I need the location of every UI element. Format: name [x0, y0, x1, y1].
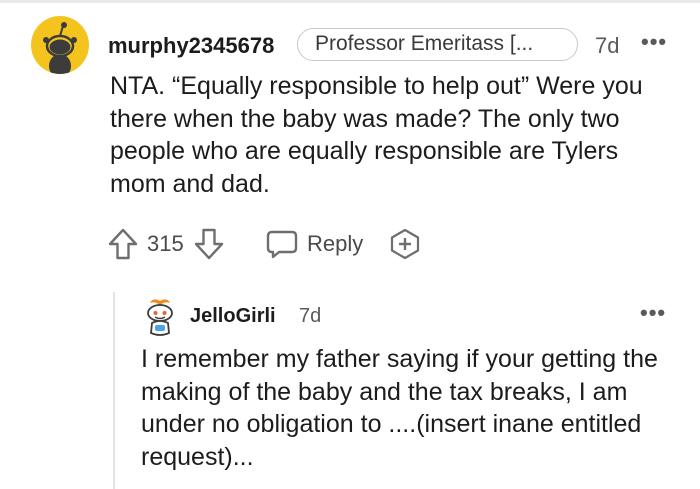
- comment-timestamp: 7d: [595, 33, 620, 58]
- reply-username[interactable]: JelloGirli: [190, 305, 276, 328]
- upvote-button[interactable]: [108, 228, 138, 260]
- reply-button[interactable]: [266, 229, 298, 259]
- user-flair: Professor Emeritass [...: [297, 28, 578, 61]
- comment-username[interactable]: murphy2345678: [108, 33, 274, 59]
- reply-timestamp: 7d: [299, 305, 322, 327]
- comment-bubble-icon: [266, 230, 298, 259]
- more-options-icon[interactable]: •••: [641, 29, 667, 55]
- reply-thread-line[interactable]: [113, 292, 115, 489]
- avatar[interactable]: [31, 16, 89, 74]
- reply-body: I remember my father saying if your gett…: [141, 345, 658, 471]
- downvote-button[interactable]: [194, 228, 224, 260]
- reply-avatar[interactable]: [143, 297, 177, 337]
- more-options-icon[interactable]: •••: [640, 300, 666, 326]
- comment-thread: murphy2345678 Professor Emeritass [... 7…: [0, 0, 700, 489]
- award-button[interactable]: [389, 228, 421, 260]
- upvote-arrow-icon: [108, 228, 138, 260]
- snoo-avatar-icon: [147, 299, 173, 336]
- award-plus-icon: [390, 228, 420, 260]
- reply-label[interactable]: Reply: [307, 231, 363, 257]
- comment-body: NTA. “Equally responsible to help out” W…: [110, 72, 643, 198]
- snoo-avatar-icon: [43, 22, 77, 74]
- vote-score: 315: [147, 231, 184, 256]
- downvote-arrow-icon: [194, 228, 224, 260]
